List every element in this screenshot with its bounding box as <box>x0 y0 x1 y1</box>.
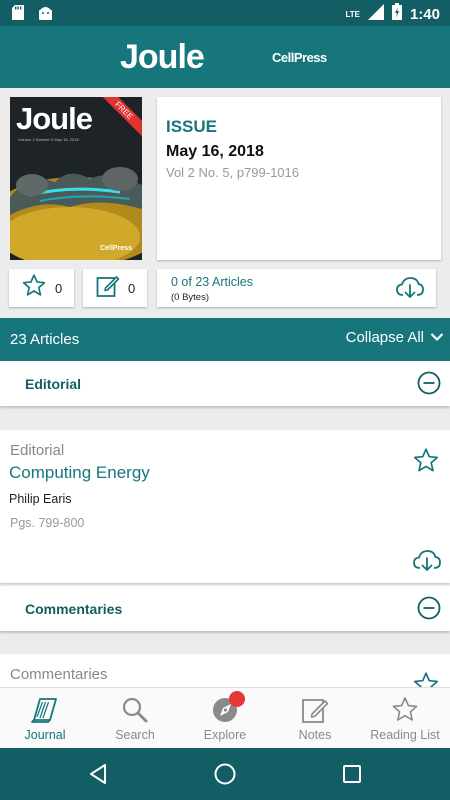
collapse-section-icon[interactable] <box>417 596 441 625</box>
article-pages: Pgs. 799-800 <box>10 516 85 530</box>
back-icon[interactable] <box>86 762 110 791</box>
nav-reading-list[interactable]: Reading List <box>360 688 450 749</box>
article-author: Philip Earis <box>9 492 72 506</box>
search-icon <box>120 696 150 724</box>
article-type: Commentaries <box>10 666 108 683</box>
section-header-editorial[interactable]: Editorial <box>0 361 450 406</box>
downloaded-articles-count: 0 of 23 Articles <box>171 275 253 289</box>
download-size: (0 Bytes) <box>171 292 210 303</box>
collapse-all-label: Collapse All <box>345 329 424 346</box>
status-bar: LTE 1:40 <box>0 0 450 26</box>
issue-label: ISSUE <box>166 117 218 136</box>
signal-icon <box>367 3 384 25</box>
nav-journal[interactable]: Journal <box>0 688 90 749</box>
nav-explore[interactable]: Explore <box>180 688 270 749</box>
cover-subtitle: Volume 2 Number 5 May 16, 2018 <box>18 137 79 142</box>
article-title[interactable]: Computing Energy <box>9 463 150 483</box>
battery-icon <box>391 3 402 25</box>
favorites-count: 0 <box>55 280 63 296</box>
article-count: 23 Articles <box>10 331 80 348</box>
section-header-commentaries[interactable]: Commentaries <box>0 586 450 631</box>
network-label: LTE <box>345 9 360 19</box>
system-navigation-bar <box>0 748 450 800</box>
nav-label: Notes <box>298 728 332 742</box>
section-title: Commentaries <box>25 601 123 617</box>
edit-note-icon <box>95 274 120 303</box>
article-list-bar: 23 Articles Collapse All <box>0 318 450 361</box>
reading-list-icon <box>390 696 420 724</box>
notes-button[interactable]: 0 <box>83 269 147 307</box>
nav-label: Journal <box>24 728 66 742</box>
issue-date: May 16, 2018 <box>166 143 264 160</box>
star-icon <box>21 273 47 303</box>
notes-count: 0 <box>128 280 136 296</box>
article-item[interactable]: Editorial Computing Energy Philip Earis … <box>0 430 450 583</box>
collapse-section-icon[interactable] <box>417 371 441 400</box>
article-download-icon[interactable] <box>413 550 441 577</box>
article-type: Editorial <box>10 442 65 459</box>
app-header: Joule CellPress <box>0 26 450 88</box>
article-item[interactable]: Commentaries <box>0 654 450 687</box>
chevron-down-icon <box>430 329 444 346</box>
section-title: Editorial <box>25 376 82 392</box>
notification-badge <box>229 691 245 707</box>
favorites-button[interactable]: 0 <box>9 269 74 307</box>
nav-label: Explore <box>203 728 247 742</box>
sd-card-icon <box>12 5 24 25</box>
add-to-reading-list-star-icon[interactable] <box>412 671 440 687</box>
nav-label: Search <box>115 728 155 742</box>
download-issue-panel[interactable]: 0 of 23 Articles (0 Bytes) <box>157 269 436 307</box>
collapse-all-button[interactable]: Collapse All <box>346 329 444 346</box>
recents-icon[interactable] <box>340 762 364 791</box>
add-to-reading-list-star-icon[interactable] <box>412 447 440 479</box>
nav-label: Reading List <box>370 728 440 742</box>
journal-icon <box>30 696 60 724</box>
notes-icon <box>300 696 330 724</box>
issue-volume: Vol 2 No. 5, p799-1016 <box>166 165 299 180</box>
nav-notes[interactable]: Notes <box>270 688 360 749</box>
bottom-navigation: Journal Search Explore Notes Reading Lis… <box>0 687 450 748</box>
home-icon[interactable] <box>213 762 237 791</box>
nav-search[interactable]: Search <box>90 688 180 749</box>
cloud-download-icon[interactable] <box>396 277 424 304</box>
publisher-logo: CellPress <box>272 50 327 65</box>
android-icon <box>38 5 53 25</box>
cover-title: Joule <box>16 101 93 136</box>
issue-cover-image[interactable]: Joule Volume 2 Number 5 May 16, 2018 FRE… <box>10 97 142 260</box>
clock: 1:40 <box>409 5 440 23</box>
journal-logo: Joule <box>120 38 205 76</box>
cover-publisher: CellPress <box>100 245 132 252</box>
issue-content[interactable]: Joule Volume 2 Number 5 May 16, 2018 FRE… <box>0 88 450 687</box>
issue-info-card: ISSUE May 16, 2018 Vol 2 No. 5, p799-101… <box>157 97 441 260</box>
